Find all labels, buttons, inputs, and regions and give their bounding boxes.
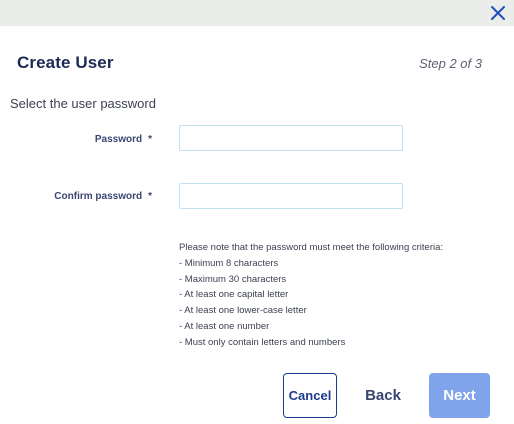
password-required-mark: * [148, 134, 152, 145]
password-label-text: Password [94, 134, 143, 145]
password-label: Password * [95, 134, 152, 145]
form-subtitle: Select the user password [10, 96, 156, 111]
confirm-password-input[interactable] [179, 183, 403, 209]
criteria-item: - At least one lower-case letter [179, 305, 307, 317]
criteria-item: - Must only contain letters and numbers [179, 336, 346, 348]
close-icon [491, 6, 505, 20]
criteria-intro: Please note that the password must meet … [179, 242, 444, 253]
confirm-password-label: Confirm password * [54, 191, 152, 202]
dialog-title: Create User [17, 53, 114, 72]
confirm-password-label-text: Confirm password [54, 191, 143, 202]
criteria-item: - Maximum 30 characters [179, 273, 287, 285]
step-indicator: Step 2 of 3 [419, 56, 482, 71]
create-user-dialog: Create User Step 2 of 3 Select the user … [0, 0, 514, 424]
criteria-item: - Minimum 8 characters [179, 257, 279, 269]
dialog-top-bar [0, 0, 514, 26]
criteria-item: - At least one number [179, 320, 270, 332]
cancel-button[interactable]: Cancel [283, 373, 337, 418]
password-criteria: Please note that the password must meet … [179, 240, 443, 351]
next-button[interactable]: Next [429, 373, 490, 418]
confirm-password-required-mark: * [148, 191, 152, 202]
password-input[interactable] [179, 125, 403, 151]
criteria-item: - At least one capital letter [179, 289, 289, 301]
close-button[interactable] [488, 3, 508, 23]
back-button[interactable]: Back [357, 373, 409, 418]
